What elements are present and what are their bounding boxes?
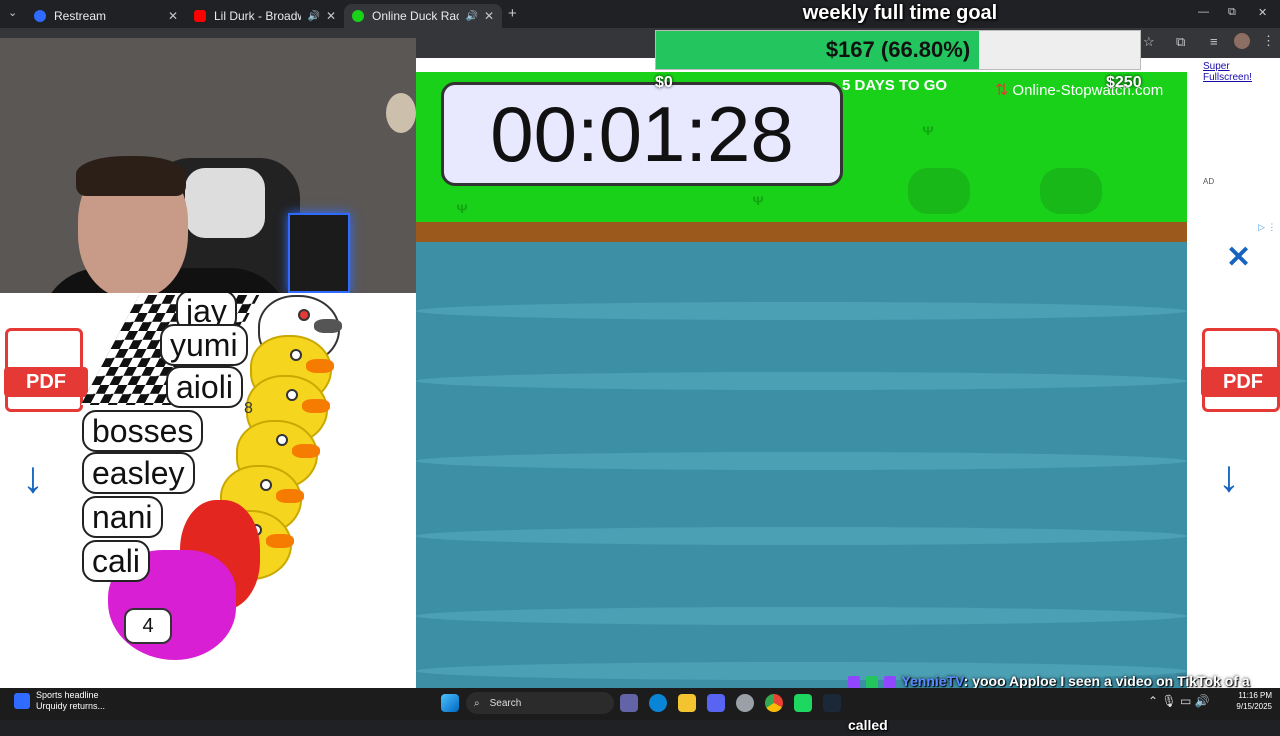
racer-number-text: 8 xyxy=(244,400,253,417)
grass-tuft-icon: ᴪ xyxy=(922,122,935,139)
app-icon[interactable] xyxy=(736,694,754,712)
ad-choices-icon[interactable]: ▷ ⋮ xyxy=(1258,222,1276,233)
taskbar-search[interactable]: ⌕ Search xyxy=(466,692,614,714)
grass-tuft-icon: ᴪ xyxy=(456,200,469,217)
tab-duck-race[interactable]: Online Duck Race Game 🔊 ✕ xyxy=(344,4,502,28)
teams-icon[interactable] xyxy=(620,694,638,712)
tab-close-icon[interactable]: ✕ xyxy=(326,9,336,23)
super-fullscreen-link[interactable]: Super Fullscreen! xyxy=(1203,61,1280,83)
x-icon[interactable]: ✕ xyxy=(1226,240,1251,275)
bush-decoration xyxy=(1040,168,1102,214)
bookmark-star-icon[interactable]: ☆ xyxy=(1143,34,1155,50)
steam-icon[interactable] xyxy=(823,694,841,712)
race-timer: 00:01:28 xyxy=(441,82,843,186)
racer-name-tag: easley xyxy=(82,452,195,494)
file-explorer-icon[interactable] xyxy=(678,694,696,712)
extensions-icon[interactable]: ⧉ xyxy=(1176,34,1185,50)
tab-restream[interactable]: Restream ✕ xyxy=(26,4,186,28)
goal-amount: $167 (66.80%) xyxy=(825,37,971,62)
tab-lil-durk[interactable]: Lil Durk - Broadway Girls fe 🔊 ✕ xyxy=(186,4,344,28)
restream-favicon-icon xyxy=(34,10,46,22)
racer-name-tag: cali xyxy=(82,540,151,582)
discord-icon[interactable] xyxy=(707,694,725,712)
racer-number-badge: 4 xyxy=(124,608,172,644)
edge-icon[interactable] xyxy=(649,694,667,712)
chat-username: YennieTV xyxy=(901,673,964,689)
racer-name-tag: aioli xyxy=(166,366,243,408)
pdf-icon[interactable]: PDF xyxy=(4,328,88,412)
webcam-feed xyxy=(0,38,416,293)
tab-search-icon[interactable]: ⌄ xyxy=(8,6,17,19)
racer-name-tag: yumi xyxy=(160,324,248,366)
tab-title: Online Duck Race Game xyxy=(372,9,460,23)
racer-name-tag: nani xyxy=(82,496,163,538)
app-icon[interactable] xyxy=(794,694,812,712)
start-button-icon[interactable] xyxy=(441,694,459,712)
more-menu-icon[interactable]: ⋮ xyxy=(1262,33,1275,49)
taskbar-clock[interactable]: 11:16 PM 9/15/2025 xyxy=(1222,690,1272,712)
news-title: Sports headline xyxy=(36,690,99,700)
new-tab-button[interactable]: + xyxy=(508,5,517,22)
minimize-button[interactable]: — xyxy=(1198,6,1209,18)
close-window-button[interactable]: ✕ xyxy=(1258,6,1267,19)
pdf-icon[interactable]: PDF xyxy=(1201,328,1280,412)
days-to-go-text: 5 DAYS TO GO xyxy=(842,77,948,94)
search-label: Search xyxy=(489,697,522,709)
tab-title: Restream xyxy=(54,9,107,23)
windows-taskbar xyxy=(0,688,1280,720)
up-down-arrows-icon: ⇅ xyxy=(995,82,1009,99)
maximize-button[interactable]: ⧉ xyxy=(1228,6,1236,19)
media-control-icon[interactable]: ≡ xyxy=(1210,34,1218,49)
tab-title: Lil Durk - Broadway Girls fe xyxy=(214,9,301,23)
goal-title: weekly full time goal xyxy=(802,2,998,24)
news-subtitle: Urquidy returns... xyxy=(36,701,106,711)
goal-start-label: $0 xyxy=(655,74,673,91)
left-ad-panel: PDF ↓ xyxy=(0,293,96,688)
youtube-favicon-icon xyxy=(194,10,206,22)
grass-tuft-icon: ᴪ xyxy=(752,192,765,209)
speaker-icon[interactable]: 🔊 xyxy=(307,11,319,22)
down-arrow-icon[interactable]: ↓ xyxy=(22,453,44,503)
ad-label: AD xyxy=(1203,177,1215,186)
browser-tab-bar: ⌄ Restream ✕ Lil Durk - Broadway Girls f… xyxy=(0,0,1280,28)
down-arrow-icon[interactable]: ↓ xyxy=(1218,452,1240,502)
bush-decoration xyxy=(908,168,970,214)
speaker-icon[interactable]: 🔊 xyxy=(465,11,477,22)
racer-name-tag: bosses xyxy=(82,410,204,452)
star-badge-icon xyxy=(883,676,896,689)
tab-close-icon[interactable]: ✕ xyxy=(484,9,494,23)
goal-end-label: $250 xyxy=(1106,74,1142,91)
twitch-badge-icon xyxy=(848,676,860,689)
system-tray[interactable]: ⌃ 🎙 ▭ 🔊 xyxy=(1148,694,1210,708)
goal-progress-bar: $167 (66.80%) xyxy=(655,30,1141,70)
news-icon xyxy=(14,693,30,709)
duck-favicon-icon xyxy=(352,10,364,22)
tab-close-icon[interactable]: ✕ xyxy=(168,9,178,23)
profile-avatar[interactable] xyxy=(1234,33,1250,49)
check-badge-icon xyxy=(865,676,878,689)
search-icon: ⌕ xyxy=(474,697,480,709)
riverbank xyxy=(416,222,1187,242)
news-widget[interactable]: Sports headline Urquidy returns... xyxy=(14,690,105,712)
chrome-icon[interactable] xyxy=(765,694,783,712)
